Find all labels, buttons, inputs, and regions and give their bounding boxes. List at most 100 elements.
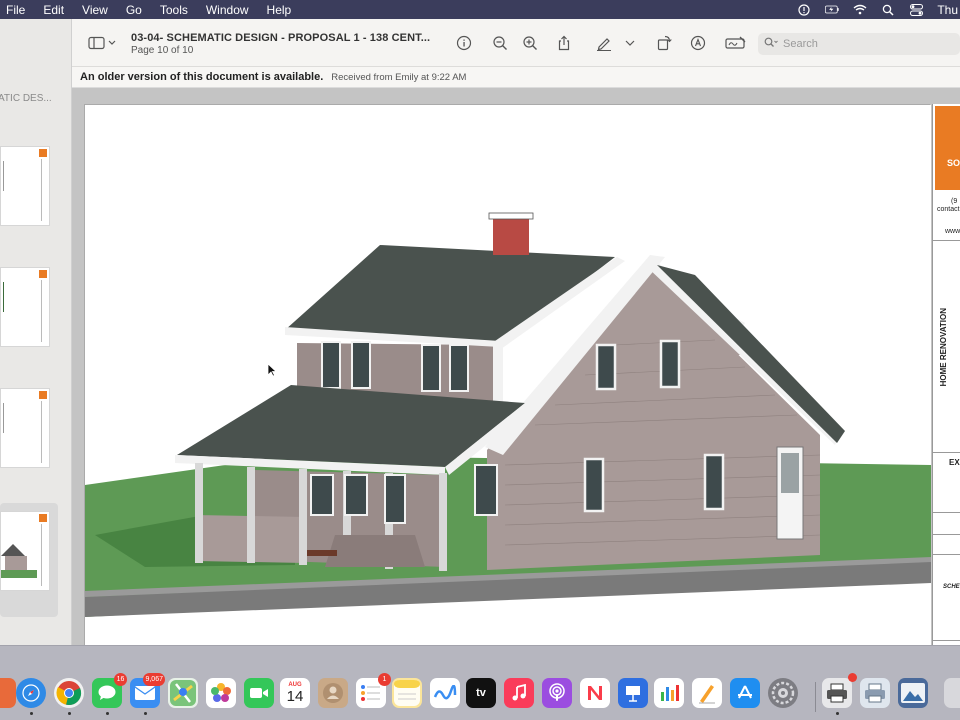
running-indicator (144, 712, 147, 715)
rotate-icon[interactable] (654, 33, 674, 53)
reminders-icon[interactable]: 1 (356, 673, 391, 708)
version-notice-bar[interactable]: An older version of this document is ava… (72, 67, 960, 88)
spotlight-icon[interactable] (881, 4, 895, 16)
news-icon[interactable] (580, 678, 610, 708)
menu-window[interactable]: Window (206, 3, 249, 17)
apple-tv-icon[interactable]: tv (466, 678, 496, 708)
system-settings-icon[interactable] (768, 678, 798, 708)
chevron-down-icon[interactable] (623, 33, 637, 53)
page-thumbnail-10[interactable] (0, 511, 50, 591)
status-area: Thu (783, 0, 960, 19)
calendar-day: 14 (286, 688, 304, 705)
thumbnail-drawing (3, 403, 17, 433)
battery-icon[interactable] (825, 4, 839, 16)
dormer-corner-trim (493, 345, 503, 405)
numbers-icon[interactable] (654, 678, 684, 708)
menu-tools[interactable]: Tools (160, 3, 188, 17)
calendar-icon[interactable]: AUG 14 (280, 678, 310, 708)
thumbnail-titleblock (41, 159, 46, 221)
running-indicator (106, 712, 109, 715)
signature-icon[interactable] (724, 33, 748, 53)
titleblock-contact-a: (9 (951, 198, 958, 205)
pages-icon[interactable] (692, 678, 722, 708)
control-center-icon[interactable] (909, 3, 923, 16)
alert-icon[interactable] (797, 3, 811, 16)
safari-icon[interactable] (16, 678, 46, 708)
titleblock-divider (933, 640, 960, 641)
company-logo-block: SO (935, 106, 960, 190)
window-toolbar: 03-04- SCHEMATIC DESIGN - PROPOSAL 1 - 1… (72, 19, 960, 67)
annotate-icon[interactable] (688, 33, 708, 53)
page-thumbnail-7[interactable] (0, 146, 50, 226)
chrome-icon[interactable] (54, 678, 84, 708)
thumbnail-logo (39, 391, 47, 399)
thumbnail-drawing (3, 161, 17, 191)
image-viewer-icon[interactable] (898, 678, 928, 708)
notes-icon[interactable] (392, 678, 422, 708)
running-indicator (30, 712, 33, 715)
printer-badge (848, 673, 857, 682)
menu-go[interactable]: Go (126, 3, 142, 17)
menubar-clock[interactable]: Thu (937, 3, 958, 17)
thumbnail-titleblock (41, 401, 46, 463)
messages-icon[interactable]: 16 (92, 673, 127, 708)
thumbnail-logo (39, 270, 47, 278)
chimney-cap (488, 212, 534, 220)
side-door-glass (781, 453, 799, 493)
running-indicator (68, 712, 71, 715)
thumbnail-house-drawing (1, 544, 37, 578)
trash-icon[interactable] (944, 678, 960, 708)
company-logo-text: SO (947, 158, 960, 168)
printer-queue-icon[interactable] (822, 673, 857, 708)
search-field[interactable]: Search (758, 33, 960, 55)
music-icon[interactable] (504, 678, 534, 708)
drawing-title-block: SO (9 contact www HOME RENOVATION EX SCH… (932, 104, 960, 645)
thumbnail-titleblock (41, 280, 46, 342)
page-thumbnail-9[interactable] (0, 388, 50, 468)
zoom-out-icon[interactable] (490, 33, 510, 53)
mail-badge: 9,067 (143, 673, 165, 686)
info-icon[interactable] (454, 33, 474, 53)
markup-pen-icon[interactable] (594, 33, 614, 53)
zoom-in-icon[interactable] (520, 33, 540, 53)
freeform-icon[interactable] (430, 678, 460, 708)
porch-step (307, 550, 337, 556)
app-store-icon[interactable] (730, 678, 760, 708)
menu-view[interactable]: View (82, 3, 108, 17)
maps-icon[interactable] (168, 678, 198, 708)
facetime-icon[interactable] (244, 678, 274, 708)
dock: 16 9,067 AUG 14 1 tv (0, 645, 960, 720)
keynote-icon[interactable] (618, 678, 648, 708)
thumbnail-sidebar: ATIC DES... (0, 19, 72, 645)
chimney (493, 217, 529, 255)
page-thumbnail-8[interactable] (0, 267, 50, 347)
printer-icon[interactable] (860, 678, 890, 708)
messages-badge: 16 (114, 673, 127, 686)
document-canvas[interactable]: SO (9 contact www HOME RENOVATION EX SCH… (72, 88, 960, 646)
podcasts-icon[interactable] (542, 678, 572, 708)
thumbnail-logo (39, 514, 47, 522)
mouse-cursor (267, 363, 277, 377)
dock-app-partial-icon[interactable] (0, 678, 16, 708)
mail-icon[interactable]: 9,067 (130, 673, 165, 708)
thumbnail-drawing (3, 282, 17, 312)
menu-bar: File Edit View Go Tools Window Help Thu (0, 0, 960, 19)
share-icon[interactable] (554, 33, 574, 53)
titleblock-sheet-label: SCHE (943, 584, 960, 590)
version-notice-detail: Received from Emily at 9:22 AM (331, 71, 467, 83)
titleblock-ex-label: EX (949, 458, 960, 467)
titleblock-project-name: HOME RENOVATION (939, 308, 948, 387)
menu-file[interactable]: File (6, 3, 25, 17)
sidebar-toggle-icon[interactable] (88, 33, 116, 53)
menu-edit[interactable]: Edit (43, 3, 64, 17)
sidebar-document-title: ATIC DES... (0, 93, 52, 104)
menu-help[interactable]: Help (267, 3, 292, 17)
contacts-icon[interactable] (318, 678, 348, 708)
titleblock-divider (933, 554, 960, 555)
photos-icon[interactable] (206, 678, 236, 708)
wifi-icon[interactable] (853, 4, 867, 16)
thumbnail-titleblock (41, 524, 46, 586)
dock-separator (815, 682, 816, 712)
page-indicator: Page 10 of 10 (131, 45, 194, 56)
front-steps (325, 535, 425, 567)
